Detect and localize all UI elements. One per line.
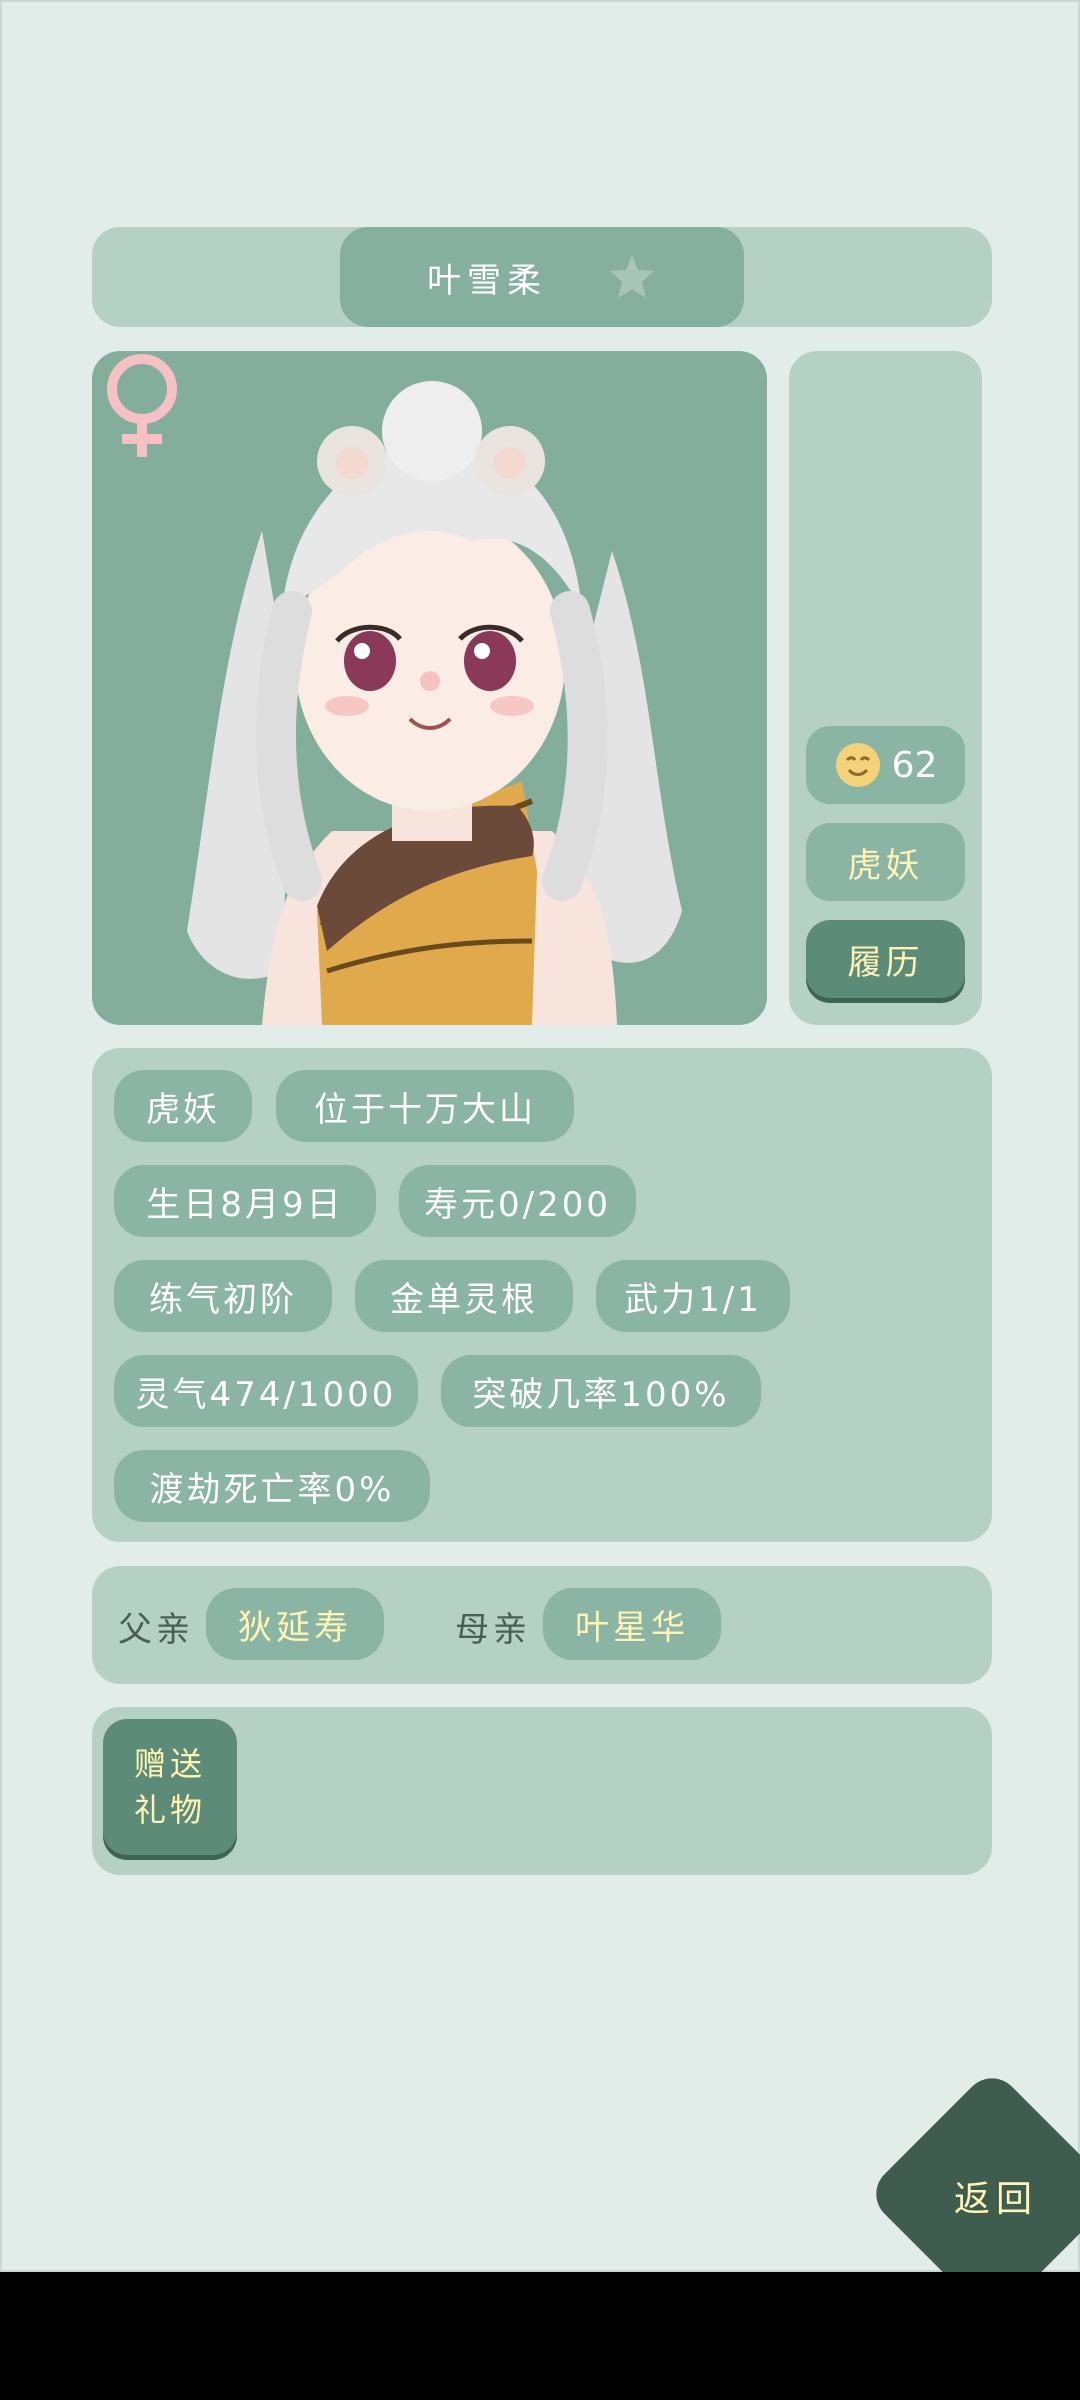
- attributes-panel: 虎妖 位于十万大山 生日8月9日 寿元0/200 练气初阶 金单灵根 武力1/1…: [92, 1048, 992, 1542]
- race-button[interactable]: 虎妖: [806, 823, 965, 901]
- side-panel: 62 虎妖 履历: [789, 351, 982, 1025]
- star-icon[interactable]: [607, 252, 657, 302]
- attr-tribulation: 渡劫死亡率0%: [114, 1450, 430, 1522]
- history-button[interactable]: 履历: [806, 920, 965, 998]
- parents-panel: 父亲 狄延寿 母亲 叶星华: [92, 1566, 992, 1684]
- attr-breakthrough: 突破几率100%: [441, 1355, 761, 1427]
- attr-lifespan: 寿元0/200: [399, 1165, 636, 1237]
- back-button[interactable]: 返回: [872, 2076, 1080, 2274]
- character-screen: 叶雪柔 62 虎妖 履历 虎妖 位于十万大山 生日8月9日 寿元0/200 练气…: [0, 0, 1080, 2274]
- mood-badge[interactable]: 62: [806, 726, 965, 804]
- smiling-face-icon: [835, 743, 880, 787]
- attr-force: 武力1/1: [596, 1260, 790, 1332]
- attr-race: 虎妖: [114, 1070, 252, 1142]
- attr-birthday: 生日8月9日: [114, 1165, 376, 1237]
- mood-value: 62: [891, 744, 938, 786]
- character-illustration: [187, 381, 682, 1025]
- mother-label: 母亲: [455, 1610, 531, 1650]
- give-gift-button[interactable]: 赠送 礼物: [103, 1719, 237, 1855]
- system-navigation-bar: [0, 2272, 1080, 2400]
- female-symbol-icon: [107, 354, 177, 457]
- attr-location: 位于十万大山: [276, 1070, 574, 1142]
- attr-cultivation: 练气初阶: [114, 1260, 332, 1332]
- gift-label-line1: 赠送: [133, 1745, 206, 1783]
- gift-panel: 赠送 礼物: [92, 1707, 992, 1875]
- father-label: 父亲: [118, 1610, 194, 1650]
- character-name: 叶雪柔: [427, 260, 547, 301]
- name-pill: 叶雪柔: [340, 227, 744, 327]
- name-header: 叶雪柔: [92, 227, 992, 327]
- gift-label-line2: 礼物: [133, 1791, 206, 1829]
- father-name-button[interactable]: 狄延寿: [206, 1588, 384, 1660]
- attr-spirit-root: 金单灵根: [355, 1260, 573, 1332]
- attr-spirit-qi: 灵气474/1000: [114, 1355, 418, 1427]
- mother-name-button[interactable]: 叶星华: [543, 1588, 721, 1660]
- back-label: 返回: [954, 2179, 1039, 2220]
- character-portrait: [92, 351, 767, 1025]
